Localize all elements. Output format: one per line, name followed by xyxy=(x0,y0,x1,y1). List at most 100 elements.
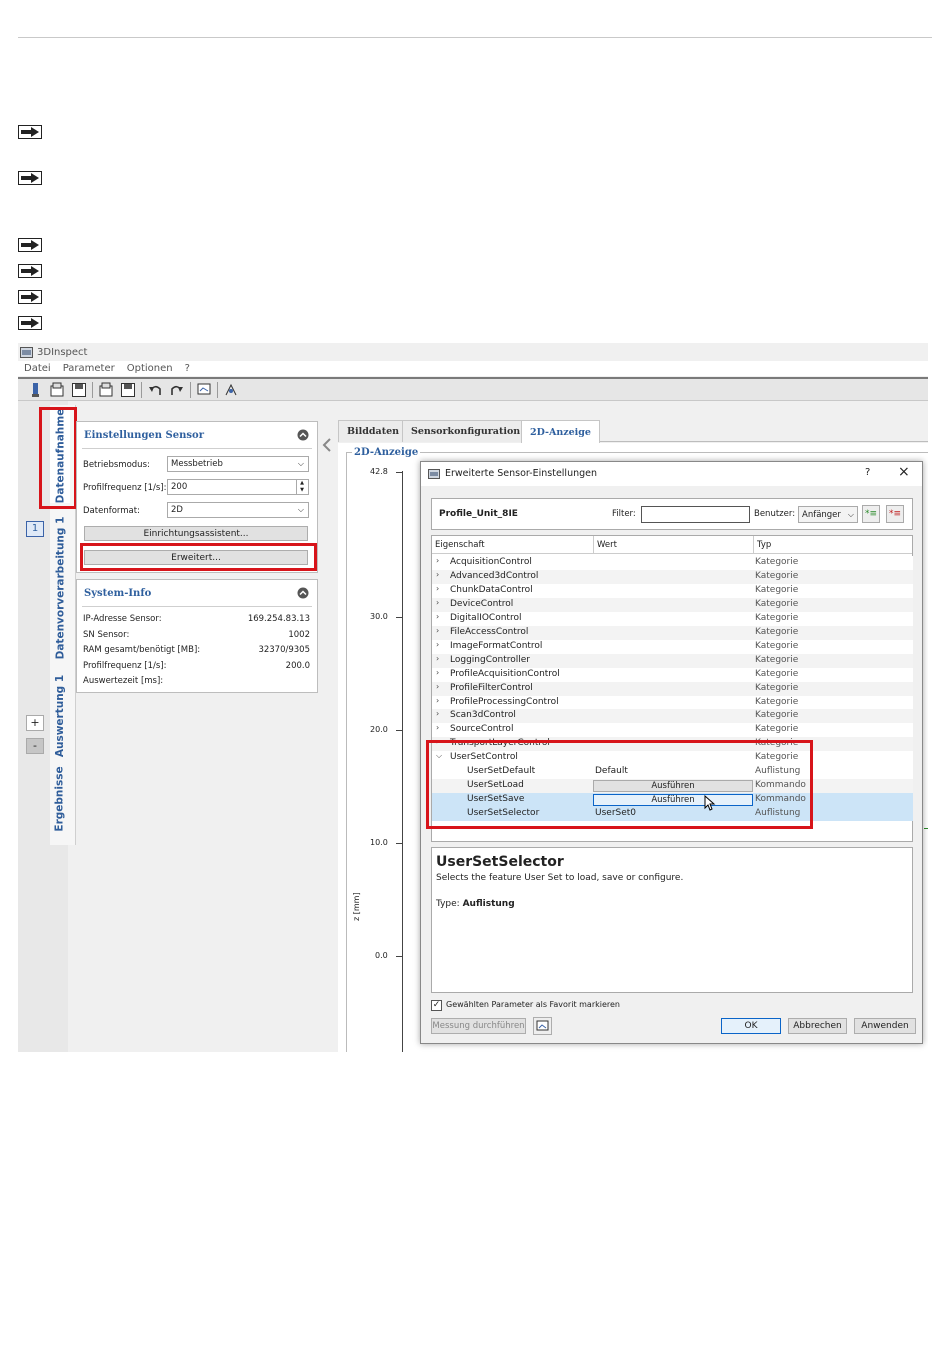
datenformat-select[interactable]: 2D ⌵ xyxy=(167,502,309,518)
table-row[interactable]: › ProfileAcquisitionControl Kategorie xyxy=(432,667,913,682)
open-config-icon[interactable] xyxy=(97,381,115,399)
col-eigenschaft[interactable]: Eigenschaft xyxy=(435,540,485,550)
apply-button[interactable]: Anwenden xyxy=(854,1018,916,1034)
menu-help[interactable]: ? xyxy=(185,363,190,374)
table-row[interactable]: › SourceControl Kategorie xyxy=(432,723,913,738)
table-row[interactable]: › DeviceControl Kategorie xyxy=(432,597,913,612)
3d-view-icon[interactable] xyxy=(222,381,240,399)
toolbar-separator xyxy=(141,381,142,398)
chevron-right-icon[interactable]: › xyxy=(436,668,439,677)
property-name: ImageFormatControl xyxy=(450,640,543,651)
description-type: Type: Auflistung xyxy=(436,899,515,909)
info-label: Profilfrequenz [1/s]: xyxy=(83,661,167,671)
dialog-close-button[interactable]: × xyxy=(898,464,910,480)
chevron-right-icon[interactable]: › xyxy=(436,682,439,691)
betriebsmodus-select[interactable]: Messbetrieb ⌵ xyxy=(167,456,309,472)
y-tick-label: 10.0 xyxy=(370,838,388,847)
wizard-button[interactable]: Einrichtungsassistent... xyxy=(84,526,308,541)
chevron-right-icon[interactable]: › xyxy=(436,612,439,621)
chevron-right-icon[interactable]: › xyxy=(436,570,439,579)
vtab-datenvorverarbeitung[interactable]: Datenvorverarbeitung 1 xyxy=(50,513,70,663)
info-label: Auswertezeit [ms]: xyxy=(83,676,164,686)
y-tick-label: 0.0 xyxy=(375,951,388,960)
redo-icon[interactable] xyxy=(168,381,186,399)
channel-index[interactable]: 1 xyxy=(26,521,44,537)
table-row[interactable]: › Scan3dControl Kategorie xyxy=(432,709,913,724)
table-row[interactable]: › ImageFormatControl Kategorie xyxy=(432,639,913,654)
remove-button[interactable]: - xyxy=(26,738,44,754)
menu-optionen[interactable]: Optionen xyxy=(127,363,173,374)
tab-2d-anzeige[interactable]: 2D-Anzeige xyxy=(521,420,600,443)
undo-icon[interactable] xyxy=(146,381,164,399)
y-tick xyxy=(396,472,403,473)
description-type-label: Type: xyxy=(436,899,460,909)
save-config-icon[interactable] xyxy=(119,381,137,399)
info-value: 32370/9305 xyxy=(258,645,310,655)
measure-button[interactable]: Messung durchführen xyxy=(431,1018,526,1034)
table-row[interactable]: › ProfileFilterControl Kategorie xyxy=(432,681,913,696)
app-screenshot: 3DInspect Datei Parameter Optionen ? Dat… xyxy=(18,343,928,1052)
highlight-usersetcontrol xyxy=(426,740,813,829)
add-button[interactable]: + xyxy=(26,715,44,731)
table-row[interactable]: › LoggingController Kategorie xyxy=(432,653,913,668)
chevron-right-icon[interactable]: › xyxy=(436,709,439,718)
dialog-header-box: Profile_Unit_8IE Filter: Benutzer: Anfän… xyxy=(431,498,913,530)
divider xyxy=(82,448,312,449)
vtab-auswertung[interactable]: Auswertung 1 xyxy=(50,671,70,761)
chevron-right-icon[interactable]: › xyxy=(436,640,439,649)
field-label: Datenformat: xyxy=(83,506,140,516)
vtab-ergebnisse[interactable]: Ergebnisse xyxy=(50,766,70,831)
y-tick xyxy=(396,617,403,618)
filter-input[interactable] xyxy=(641,506,750,523)
collapse-panel-icon[interactable] xyxy=(321,437,333,453)
sensor-connect-icon[interactable] xyxy=(26,381,44,399)
chevron-right-icon[interactable]: › xyxy=(436,598,439,607)
collapse-all-icon[interactable]: *≡ xyxy=(886,505,904,523)
app-title: 3DInspect xyxy=(37,346,88,358)
tab-sensorkonfiguration[interactable]: Sensorkonfiguration xyxy=(402,420,530,442)
property-name: FileAccessControl xyxy=(450,626,529,637)
table-row[interactable]: › Advanced3dControl Kategorie xyxy=(432,569,913,584)
menu-parameter[interactable]: Parameter xyxy=(63,363,115,374)
chevron-right-icon[interactable]: › xyxy=(436,654,439,663)
property-name: SourceControl xyxy=(450,724,514,735)
y-tick xyxy=(396,956,403,957)
property-type: Kategorie xyxy=(755,626,799,637)
ok-button[interactable]: OK xyxy=(721,1018,781,1034)
bullet-arrow-icon xyxy=(18,263,42,278)
toolbar-separator xyxy=(217,381,218,398)
profilfrequenz-spinbox[interactable]: 200 ▲ ▼ xyxy=(167,479,309,495)
expand-all-icon[interactable]: *≡ xyxy=(862,505,880,523)
col-wert[interactable]: Wert xyxy=(593,536,617,554)
open-icon[interactable] xyxy=(48,381,66,399)
collapse-icon[interactable] xyxy=(297,587,309,599)
dialog-help-button[interactable]: ? xyxy=(865,467,870,478)
tab-bilddaten[interactable]: Bilddaten xyxy=(338,420,409,442)
dialog-title: Erweiterte Sensor-Einstellungen xyxy=(445,468,598,479)
info-label: SN Sensor: xyxy=(83,630,130,640)
favorite-checkbox[interactable]: ✓ xyxy=(431,1000,442,1011)
dialog-app-icon xyxy=(428,469,440,479)
sensor-config-icon[interactable] xyxy=(533,1017,552,1035)
sensor-config-icon[interactable] xyxy=(195,381,213,399)
menu-datei[interactable]: Datei xyxy=(24,363,51,374)
chevron-right-icon[interactable]: › xyxy=(436,556,439,565)
user-level-select[interactable]: Anfänger ⌵ xyxy=(798,506,858,523)
cancel-button[interactable]: Abbrechen xyxy=(788,1018,847,1034)
collapse-icon[interactable] xyxy=(297,429,309,441)
table-row[interactable]: › DigitalIOControl Kategorie xyxy=(432,611,913,626)
system-info-panel: System-Info IP-Adresse Sensor: 169.254.8… xyxy=(76,579,318,693)
table-row[interactable]: › FileAccessControl Kategorie xyxy=(432,625,913,640)
col-typ[interactable]: Typ xyxy=(753,536,771,554)
table-row[interactable]: › AcquisitionControl Kategorie xyxy=(432,556,913,570)
table-row[interactable]: › ChunkDataControl Kategorie xyxy=(432,583,913,598)
sensor-panel-title: Einstellungen Sensor xyxy=(84,430,204,441)
chevron-right-icon[interactable]: › xyxy=(436,723,439,732)
description-box: UserSetSelector Selects the feature User… xyxy=(431,847,913,993)
chevron-right-icon[interactable]: › xyxy=(436,584,439,593)
chevron-right-icon[interactable]: › xyxy=(436,696,439,705)
property-name: Advanced3dControl xyxy=(450,570,539,581)
chevron-right-icon[interactable]: › xyxy=(436,626,439,635)
save-icon[interactable] xyxy=(70,381,88,399)
table-row[interactable]: › ProfileProcessingControl Kategorie xyxy=(432,695,913,710)
